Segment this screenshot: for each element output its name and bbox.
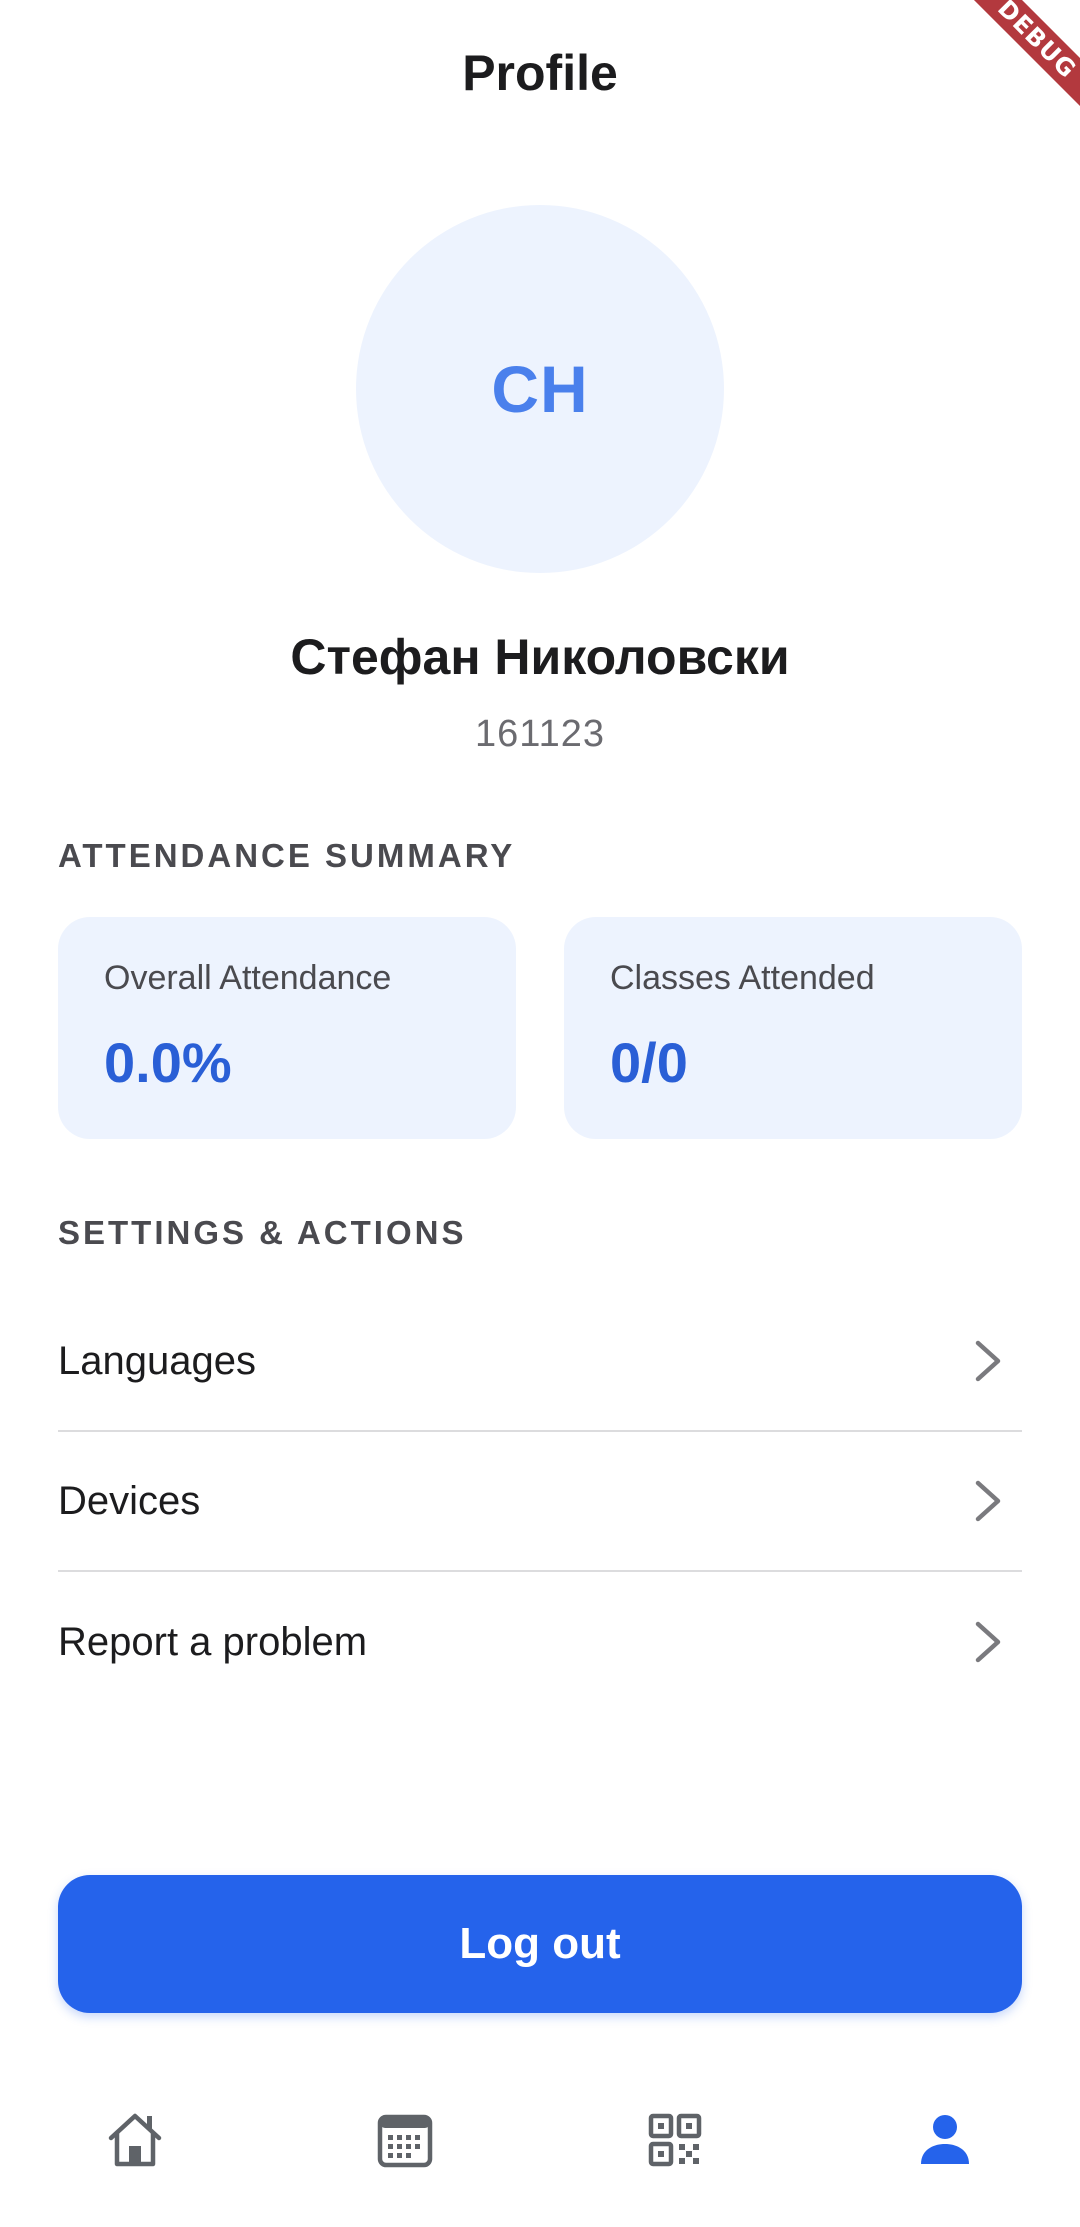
nav-item-profile[interactable] bbox=[810, 2080, 1080, 2200]
settings-section-title: SETTINGS & ACTIONS bbox=[58, 1214, 467, 1251]
nav-item-home[interactable] bbox=[0, 2080, 270, 2200]
settings-item-languages[interactable]: Languages bbox=[58, 1292, 1022, 1432]
settings-item-label: Languages bbox=[58, 1338, 256, 1383]
qr-code-icon bbox=[648, 2113, 702, 2167]
settings-item-devices[interactable]: Devices bbox=[58, 1432, 1022, 1572]
page-title: Profile bbox=[462, 45, 618, 101]
settings-list: Languages Devices Report a problem bbox=[58, 1292, 1022, 1712]
person-icon bbox=[921, 2115, 969, 2164]
chevron-right-icon bbox=[975, 1480, 1001, 1522]
overall-attendance-label: Overall Attendance bbox=[104, 959, 392, 997]
settings-item-label: Devices bbox=[58, 1478, 201, 1523]
nav-item-qr-scan[interactable] bbox=[540, 2080, 810, 2200]
avatar-initials: CH bbox=[491, 352, 589, 426]
avatar: CH bbox=[356, 205, 724, 573]
user-id: 161123 bbox=[475, 713, 605, 755]
nav-item-calendar[interactable] bbox=[270, 2080, 540, 2200]
classes-attended-label: Classes Attended bbox=[610, 959, 875, 997]
chevron-right-icon bbox=[975, 1340, 1001, 1382]
settings-item-label: Report a problem bbox=[58, 1619, 368, 1664]
classes-attended-value: 0/0 bbox=[610, 1031, 688, 1094]
classes-attended-card: Classes Attended 0/0 bbox=[564, 917, 1022, 1139]
settings-item-report-problem[interactable]: Report a problem bbox=[58, 1572, 1022, 1712]
profile-screen: DEBUG Profile CH Стефан Николовски 16112… bbox=[0, 0, 1080, 2227]
overall-attendance-card: Overall Attendance 0.0% bbox=[58, 917, 516, 1139]
attendance-section-title: ATTENDANCE SUMMARY bbox=[58, 837, 516, 874]
logout-button[interactable]: Log out bbox=[58, 1875, 1022, 2013]
user-name: Стефан Николовски bbox=[290, 629, 790, 685]
bottom-navigation bbox=[0, 2080, 1080, 2200]
calendar-icon bbox=[377, 2114, 433, 2168]
overall-attendance-value: 0.0% bbox=[104, 1031, 232, 1094]
home-icon bbox=[108, 2113, 162, 2167]
chevron-right-icon bbox=[975, 1621, 1001, 1663]
